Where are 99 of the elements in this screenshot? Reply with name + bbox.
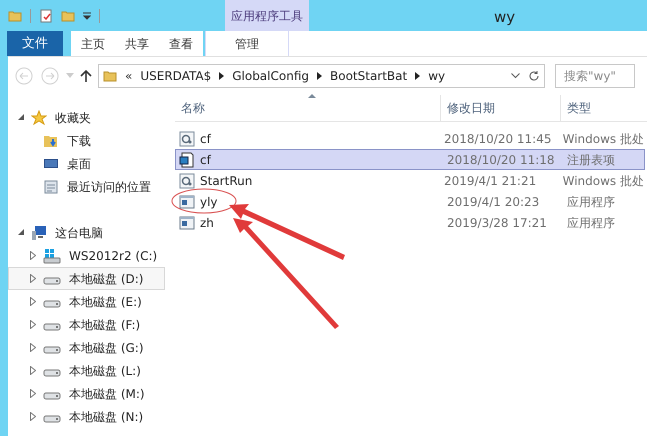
- modified-date: 2018/10/20 11:45: [442, 130, 552, 148]
- collapsed-arrow-icon[interactable]: [30, 274, 36, 283]
- ribbon-tab[interactable]: 查看: [159, 31, 203, 56]
- nav-label: 本地磁盘 (M:): [69, 386, 145, 402]
- expanded-arrow-icon[interactable]: [18, 229, 24, 236]
- star-icon: [31, 110, 47, 126]
- collapsed-arrow-icon[interactable]: [30, 389, 36, 398]
- file-type: 注册表项: [566, 152, 615, 168]
- nav-label: 本地磁盘 (D:): [69, 270, 144, 288]
- breadcrumb-segment[interactable]: USERDATA$: [140, 67, 212, 85]
- nav-label: 这台电脑: [55, 224, 103, 242]
- modified-date: 2019/4/1 20:23: [446, 194, 540, 210]
- nav-label: 本地磁盘 (F:): [69, 316, 140, 334]
- nav-item[interactable]: 最近访问的位置: [8, 175, 165, 198]
- system-drive-icon: [43, 248, 61, 264]
- nav-label: 本地磁盘 (L:): [69, 362, 141, 380]
- window-title: wy: [494, 7, 516, 28]
- nav-item[interactable]: 桌面: [8, 152, 165, 175]
- column-header[interactable]: 类型: [560, 95, 647, 121]
- collapsed-arrow-icon[interactable]: [30, 251, 36, 260]
- application-icon: [179, 194, 195, 210]
- nav-item[interactable]: 本地磁盘 (E:): [8, 290, 165, 313]
- collapsed-arrow-icon[interactable]: [30, 412, 36, 421]
- drive-icon: [43, 392, 61, 400]
- ribbon-tab[interactable]: 管理: [205, 31, 289, 56]
- nav-label: 收藏夹: [55, 110, 91, 126]
- nav-label: 最近访问的位置: [67, 178, 151, 196]
- file-tab[interactable]: 文件: [7, 31, 63, 56]
- properties-icon[interactable]: [39, 8, 53, 22]
- file-type: Windows 批处: [562, 130, 644, 148]
- chevron-right-icon[interactable]: [317, 72, 322, 80]
- breadcrumb-segment[interactable]: GlobalConfig: [232, 67, 309, 85]
- file-type: 应用程序: [566, 194, 615, 210]
- chevron-right-icon[interactable]: [415, 72, 420, 80]
- folder-icon: [8, 8, 22, 22]
- nav-item[interactable]: 本地磁盘 (M:): [8, 382, 165, 405]
- file-name: yly: [200, 194, 218, 210]
- nav-label: 本地磁盘 (G:): [69, 340, 144, 356]
- nav-label: WS2012r2 (C:): [69, 248, 158, 264]
- refresh-icon[interactable]: [528, 70, 540, 82]
- file-name: zh: [200, 214, 214, 232]
- modified-date: 2019/3/28 17:21: [446, 214, 548, 232]
- nav-item[interactable]: WS2012r2 (C:): [8, 244, 165, 267]
- nav-label: 桌面: [67, 156, 91, 172]
- ribbon-tab[interactable]: 主页: [71, 31, 115, 56]
- address-bar[interactable]: « USERDATA$ GlobalConfig BootStartBat wy: [98, 64, 545, 88]
- file-row[interactable]: StartRun 2019/4/1 21:21 Windows 批处: [175, 170, 645, 191]
- nav-item[interactable]: 本地磁盘 (G:): [8, 336, 165, 359]
- file-row[interactable]: zh 2019/3/28 17:21 应用程序: [175, 212, 645, 233]
- drive-icon: [43, 369, 61, 377]
- drive-icon: [43, 323, 61, 331]
- collapsed-arrow-icon[interactable]: [30, 366, 36, 375]
- collapsed-arrow-icon[interactable]: [30, 320, 36, 329]
- column-header[interactable]: 修改日期: [440, 95, 560, 121]
- ribbon-tab[interactable]: 共享: [115, 31, 159, 56]
- nav-label: 下载: [67, 132, 91, 150]
- dropdown-caret-icon[interactable]: [511, 73, 520, 79]
- file-name: cf: [200, 152, 211, 168]
- nav-item[interactable]: 下载: [8, 129, 165, 152]
- expanded-arrow-icon[interactable]: [18, 114, 24, 121]
- file-row[interactable]: cf 2018/10/20 11:45 Windows 批处: [175, 128, 645, 149]
- modified-date: 2019/4/1 21:21: [442, 172, 538, 190]
- file-row[interactable]: yly 2019/4/1 20:23 应用程序: [175, 191, 645, 212]
- drive-icon: [43, 346, 61, 354]
- column-header[interactable]: 名称: [175, 95, 440, 121]
- file-type: Windows 批处: [562, 172, 644, 190]
- nav-item[interactable]: 本地磁盘 (F:): [8, 313, 165, 336]
- context-tab-header: 应用程序工具: [225, 0, 309, 31]
- nav-label: 本地磁盘 (E:): [69, 294, 142, 310]
- modified-date: 2018/10/20 11:18: [446, 152, 556, 168]
- dropdown-caret-icon[interactable]: [83, 12, 91, 20]
- application-icon: [179, 214, 195, 230]
- breadcrumb-segment[interactable]: wy: [428, 67, 446, 85]
- file-name: cf: [200, 130, 211, 148]
- file-type: 应用程序: [566, 214, 615, 232]
- chevron-right-icon[interactable]: [219, 72, 224, 80]
- nav-item[interactable]: 本地磁盘 (L:): [8, 359, 165, 382]
- collapsed-arrow-icon[interactable]: [30, 297, 36, 306]
- overflow-chevron[interactable]: «: [125, 67, 132, 85]
- nav-label: 本地磁盘 (N:): [69, 408, 144, 426]
- file-name: StartRun: [200, 172, 252, 190]
- drive-icon: [43, 277, 61, 285]
- folder-icon: [103, 69, 117, 83]
- drive-icon: [43, 300, 61, 308]
- collapsed-arrow-icon[interactable]: [30, 343, 36, 352]
- sort-ascending-icon: [308, 93, 316, 98]
- registry-file-icon: [179, 152, 195, 168]
- file-row[interactable]: cf 2018/10/20 11:18 注册表项: [175, 149, 645, 170]
- computer-icon: [31, 224, 47, 240]
- new-folder-icon: [61, 8, 75, 22]
- nav-item[interactable]: 收藏夹: [8, 106, 165, 129]
- search-field[interactable]: 搜索"wy": [555, 64, 635, 88]
- breadcrumb-segment[interactable]: BootStartBat: [330, 67, 408, 85]
- nav-item[interactable]: 这台电脑: [8, 221, 165, 244]
- drive-icon: [43, 415, 61, 423]
- recent-places-icon: [43, 178, 59, 194]
- nav-item[interactable]: 本地磁盘 (N:): [8, 405, 165, 428]
- nav-item[interactable]: 本地磁盘 (D:): [8, 267, 165, 290]
- up-arrow-icon[interactable]: [80, 69, 92, 83]
